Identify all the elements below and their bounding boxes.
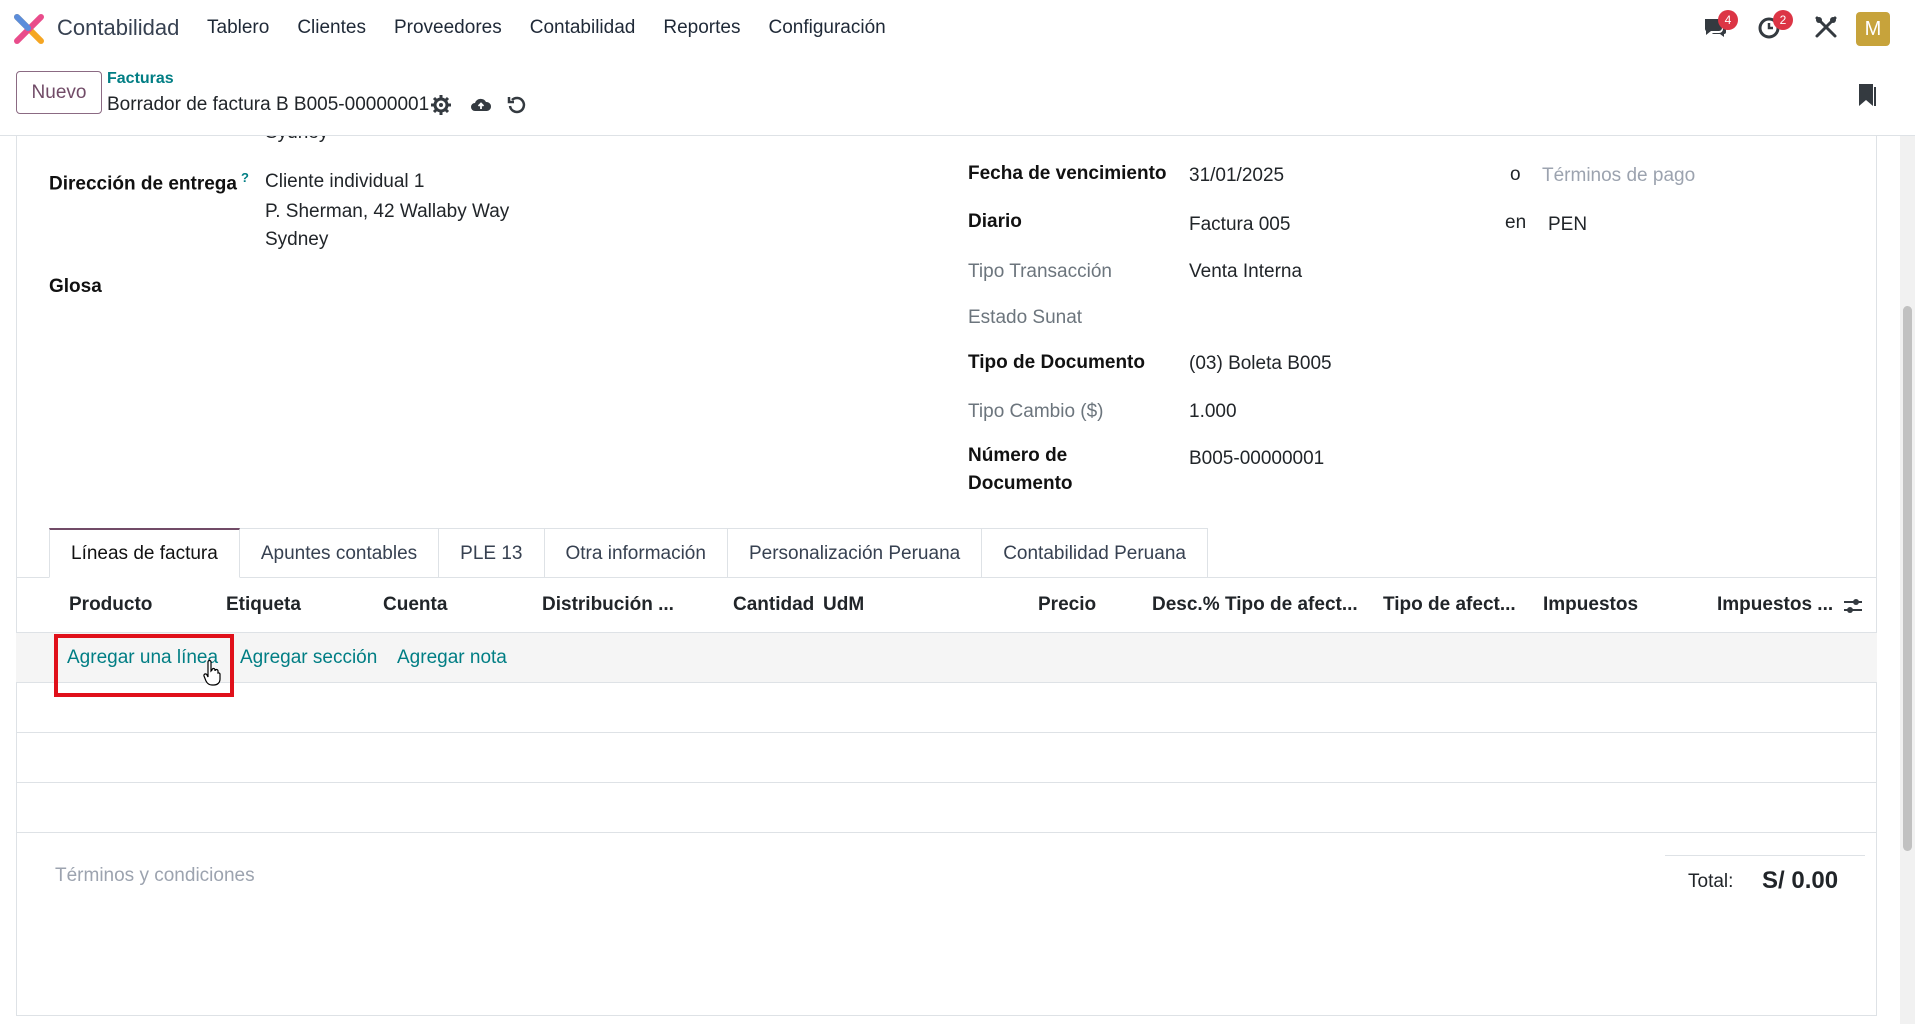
currency-field[interactable]: PEN <box>1548 214 1587 236</box>
column-header-label[interactable]: Etiqueta <box>226 594 301 616</box>
menu-item-tablero[interactable]: Tablero <box>207 17 269 39</box>
menu-item-configuracion[interactable]: Configuración <box>768 17 885 39</box>
glosa-label: Glosa <box>49 276 102 297</box>
scrollbar[interactable] <box>1900 136 1915 1024</box>
document-type-label: Tipo de Documento <box>968 352 1145 373</box>
breadcrumb-current: Borrador de factura B B005-00000001 <box>107 94 430 115</box>
tab-ple-13[interactable]: PLE 13 <box>439 528 545 578</box>
help-tooltip-icon[interactable]: ? <box>241 170 249 185</box>
due-date-label: Fecha de vencimiento <box>968 163 1167 184</box>
due-date-field[interactable]: 31/01/2025 <box>1189 165 1284 187</box>
sunat-state-label: Estado Sunat <box>968 307 1083 328</box>
delivery-address-line: Sydney <box>265 229 329 250</box>
or-text: o <box>1510 164 1521 185</box>
document-number-field[interactable]: B005-00000001 <box>1189 448 1324 470</box>
column-header-quantity[interactable]: Cantidad <box>733 594 814 616</box>
table-row <box>16 683 1877 733</box>
delivery-address-line[interactable]: Cliente individual 1 <box>265 171 425 193</box>
menu-item-clientes[interactable]: Clientes <box>297 17 366 39</box>
tab-journal-items[interactable]: Apuntes contables <box>239 528 440 578</box>
activities-badge: 2 <box>1773 10 1793 30</box>
delivery-address-label-text: Dirección de entrega <box>49 173 237 195</box>
exchange-rate-field[interactable]: 1.000 <box>1189 401 1237 423</box>
tab-invoice-lines[interactable]: Líneas de factura <box>49 528 240 578</box>
menu-item-reportes[interactable]: Reportes <box>663 17 740 39</box>
optional-columns-icon[interactable] <box>1842 596 1864 616</box>
delivery-address-label: Dirección de entrega? <box>49 170 249 195</box>
column-header-taxes-2[interactable]: Impuestos ... <box>1717 594 1833 616</box>
messages-badge: 4 <box>1718 10 1738 30</box>
document-type-field[interactable]: (03) Boleta B005 <box>1189 353 1332 375</box>
total-label: Total: <box>1688 871 1734 892</box>
main-menu: Tablero Clientes Proveedores Contabilida… <box>207 17 914 39</box>
journal-field[interactable]: Factura 005 <box>1189 214 1290 236</box>
notebook-tabs: Líneas de factura Apuntes contables PLE … <box>49 528 1208 578</box>
table-row <box>16 733 1877 783</box>
new-button[interactable]: Nuevo <box>16 71 102 114</box>
document-number-label: Número de <box>968 445 1068 466</box>
column-header-affectation-type-1[interactable]: Tipo de afect... <box>1225 594 1358 616</box>
menu-item-proveedores[interactable]: Proveedores <box>394 17 502 39</box>
partial-address-line: Sydney <box>265 136 328 144</box>
journal-label: Diario <box>968 211 1022 232</box>
user-avatar[interactable]: M <box>1856 12 1890 46</box>
add-section-link[interactable]: Agregar sección <box>240 647 377 669</box>
app-name[interactable]: Contabilidad <box>57 15 179 41</box>
tab-peruvian-customization[interactable]: Personalización Peruana <box>727 528 983 578</box>
add-note-link[interactable]: Agregar nota <box>397 647 507 669</box>
debug-tools-button[interactable] <box>1813 14 1841 42</box>
total-amount: S/ 0.00 <box>1762 867 1839 894</box>
cloud-upload-icon[interactable] <box>470 94 492 116</box>
invoice-lines-header: Producto Etiqueta Cuenta Distribución ..… <box>16 578 1877 633</box>
document-number-label-line2: Documento <box>968 473 1073 494</box>
messages-button[interactable]: 4 <box>1702 10 1738 42</box>
column-header-distribution[interactable]: Distribución ... <box>542 594 674 616</box>
glosa-field[interactable] <box>265 270 915 306</box>
column-header-account[interactable]: Cuenta <box>383 594 447 616</box>
column-header-uom[interactable]: UdM <box>823 594 864 616</box>
tab-other-info[interactable]: Otra información <box>544 528 728 578</box>
transaction-type-field[interactable]: Venta Interna <box>1189 261 1302 283</box>
payment-terms-field[interactable]: Términos de pago <box>1542 165 1695 187</box>
column-header-product[interactable]: Producto <box>69 594 152 616</box>
delivery-address-line: P. Sherman, 42 Wallaby Way <box>265 201 510 222</box>
breadcrumb-parent[interactable]: Facturas <box>107 70 174 88</box>
top-navbar: Contabilidad Tablero Clientes Proveedore… <box>0 0 1915 56</box>
column-header-taxes[interactable]: Impuestos <box>1543 594 1638 616</box>
bookmark-icon[interactable] <box>1856 82 1878 108</box>
gear-icon[interactable] <box>430 94 452 116</box>
in-text: en <box>1505 212 1527 233</box>
exchange-rate-label: Tipo Cambio ($) <box>968 401 1104 422</box>
total-divider <box>1665 855 1865 856</box>
sunat-state-field[interactable] <box>1189 303 1519 333</box>
activities-button[interactable]: 2 <box>1757 10 1793 42</box>
column-header-discount[interactable]: Desc.% <box>1152 594 1220 616</box>
accounting-app-icon[interactable] <box>14 14 44 44</box>
hand-pointer-cursor-icon <box>203 660 221 686</box>
tools-icon <box>1815 16 1837 38</box>
partial-address-clip: Sydney <box>265 136 465 146</box>
column-header-price[interactable]: Precio <box>1038 594 1096 616</box>
table-row <box>16 783 1877 833</box>
scrollbar-thumb[interactable] <box>1903 306 1912 851</box>
control-panel: Nuevo Facturas Borrador de factura B B00… <box>0 56 1915 136</box>
column-header-affectation-type-2[interactable]: Tipo de afect... <box>1383 594 1516 616</box>
tab-peruvian-accounting[interactable]: Contabilidad Peruana <box>982 528 1208 578</box>
discard-undo-icon[interactable] <box>506 94 528 116</box>
terms-conditions-field[interactable]: Términos y condiciones <box>55 865 255 887</box>
menu-item-contabilidad[interactable]: Contabilidad <box>530 17 636 39</box>
transaction-type-label: Tipo Transacción <box>968 261 1112 282</box>
